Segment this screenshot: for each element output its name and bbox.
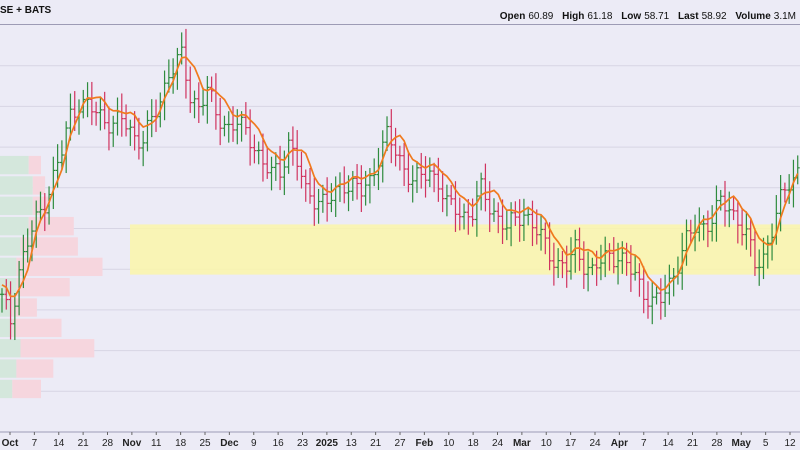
- x-tick-label: 14: [663, 438, 675, 449]
- x-tick-label: Oct: [2, 438, 19, 449]
- x-tick-label: Mar: [513, 438, 531, 449]
- volume-profile-down-bar: [12, 379, 42, 399]
- volume-profile-up-bar: [0, 359, 17, 378]
- volume-profile-up-bar: [0, 155, 29, 175]
- x-tick-label: Dec: [220, 438, 239, 449]
- x-tick-label: 14: [53, 438, 65, 449]
- volume-profile-down-bar: [16, 359, 54, 378]
- x-tick-label: 23: [297, 438, 309, 449]
- x-tick-label: 16: [273, 438, 285, 449]
- x-tick-label: 24: [492, 438, 504, 449]
- x-tick-label: 7: [32, 438, 38, 449]
- x-tick-label: 24: [589, 438, 601, 449]
- volume-profile-up-bar: [0, 339, 21, 358]
- volume-profile-up-bar: [0, 176, 33, 195]
- volume-profile-down-bar: [20, 339, 95, 358]
- x-tick-label: Feb: [415, 438, 433, 449]
- x-tick-label: Apr: [611, 438, 628, 449]
- x-tick-label: 27: [394, 438, 406, 449]
- x-tick-label: 2025: [316, 438, 339, 449]
- price-plot: Oct 7 14 21 28 Nov 11 18 25 Dec 9 16 23 2025 13 21 27 Feb…: [0, 28, 800, 449]
- volume-profile-down-bar: [28, 155, 41, 175]
- volume-profile-down-bar: [16, 278, 70, 297]
- volume-profile-down-bar: [12, 298, 37, 317]
- volume-profile-up-bar: [0, 196, 33, 215]
- x-tick-label: 28: [102, 438, 114, 449]
- x-tick-label: 18: [468, 438, 480, 449]
- x-tick-label: 21: [78, 438, 90, 449]
- x-tick-label: 10: [443, 438, 455, 449]
- volume-profile-up-bar: [0, 216, 29, 236]
- volume-profile-up-bar: [0, 237, 21, 256]
- x-tick-label: May: [732, 438, 752, 449]
- x-tick-label: 17: [565, 438, 577, 449]
- x-tick-label: 18: [175, 438, 187, 449]
- stock-chart: SE + BATS Open 60.89 High 61.18 Low 58.71 L…: [0, 0, 800, 450]
- x-tick-label: 9: [251, 438, 257, 449]
- x-tick-label: 10: [541, 438, 553, 449]
- x-tick-label: 7: [641, 438, 647, 449]
- volume-profile-up-bar: [0, 379, 13, 399]
- x-tick-label: 21: [687, 438, 699, 449]
- x-tick-label: 28: [711, 438, 723, 449]
- volume-profile-down-bar: [12, 318, 62, 338]
- x-tick-label: 21: [370, 438, 382, 449]
- x-tick-label: 25: [199, 438, 211, 449]
- x-tick-label: 12: [784, 438, 796, 449]
- x-tick-label: Nov: [122, 438, 141, 449]
- volume-profile-up-bar: [0, 257, 17, 277]
- x-tick-label: 11: [151, 438, 162, 449]
- volume-profile-down-bar: [32, 176, 46, 195]
- x-tick-label: 13: [346, 438, 358, 449]
- x-tick-label: 5: [763, 438, 769, 449]
